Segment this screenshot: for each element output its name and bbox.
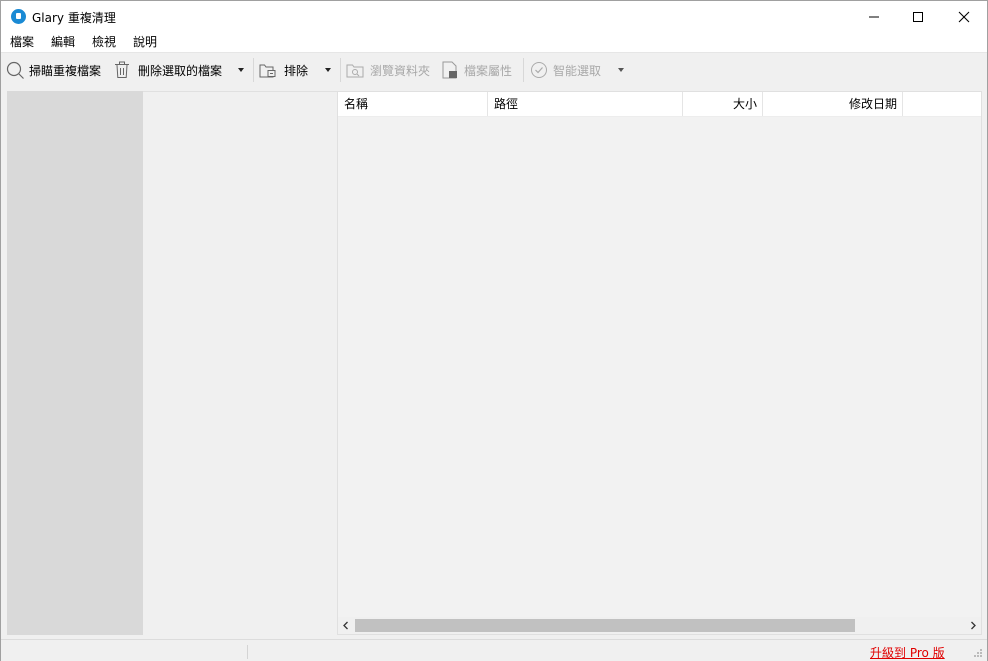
search-icon [6, 61, 24, 79]
toolbar-separator [523, 58, 524, 82]
column-header-path[interactable]: 路徑 [488, 92, 683, 116]
folder-exclude-icon [259, 64, 276, 77]
menu-edit[interactable]: 編輯 [42, 33, 83, 52]
chevron-left-icon [343, 621, 348, 630]
scroll-thumb[interactable] [355, 619, 855, 632]
exclude-dropdown-arrow-icon[interactable] [325, 68, 331, 72]
column-header-size[interactable]: 大小 [683, 92, 763, 116]
minimize-icon [869, 16, 879, 18]
file-properties-icon [442, 61, 457, 79]
duplicate-groups-pane[interactable] [143, 91, 337, 635]
menu-view[interactable]: 檢視 [83, 33, 124, 52]
delete-selected-label: 刪除選取的檔案 [138, 63, 223, 78]
app-logo-icon [11, 9, 26, 24]
toolbar-separator [253, 58, 254, 82]
file-properties-button[interactable]: 檔案屬性 [441, 53, 512, 87]
maximize-icon [913, 12, 923, 22]
exclude-button[interactable]: 排除 [259, 53, 308, 87]
delete-dropdown-arrow-icon[interactable] [238, 68, 244, 72]
check-circle-icon [531, 62, 547, 78]
folder-search-icon [346, 64, 364, 77]
trash-icon [115, 61, 129, 78]
horizontal-scrollbar[interactable] [338, 617, 981, 634]
maximize-button[interactable] [895, 1, 941, 33]
scroll-right-button[interactable] [965, 617, 981, 634]
browse-folder-label: 瀏覽資料夾 [370, 63, 431, 78]
smart-select-dropdown-arrow-icon[interactable] [618, 68, 624, 72]
close-icon [958, 11, 970, 23]
app-window: Glary 重複清理 檔案 編輯 檢視 說明 掃瞄重複檔案 刪除選取的檔案 排除… [0, 0, 988, 661]
column-header-name[interactable]: 名稱 [338, 92, 488, 116]
upgrade-pro-link[interactable]: 升級到 Pro 版 [870, 644, 945, 661]
delete-selected-button[interactable]: 刪除選取的檔案 [114, 53, 222, 87]
scan-duplicates-label: 掃瞄重複檔案 [29, 63, 102, 78]
smart-select-label: 智能選取 [553, 63, 602, 78]
minimize-button[interactable] [851, 1, 897, 33]
column-header-modified[interactable]: 修改日期 [763, 92, 903, 116]
title-bar: Glary 重複清理 [1, 1, 987, 33]
scroll-left-button[interactable] [338, 617, 354, 634]
smart-select-button[interactable]: 智能選取 [530, 53, 601, 87]
window-title: Glary 重複清理 [32, 11, 116, 25]
file-properties-label: 檔案屬性 [464, 63, 513, 78]
status-separator [247, 645, 248, 659]
menu-help[interactable]: 說明 [124, 33, 165, 52]
browse-folder-button[interactable]: 瀏覽資料夾 [346, 53, 430, 87]
exclude-label: 排除 [284, 63, 309, 78]
folder-tree-pane[interactable] [7, 91, 143, 635]
toolbar-separator [340, 58, 341, 82]
close-button[interactable] [941, 1, 987, 33]
menu-file[interactable]: 檔案 [1, 33, 42, 52]
resize-grip-icon[interactable] [973, 648, 983, 658]
toolbar: 掃瞄重複檔案 刪除選取的檔案 排除 瀏覽資料夾 檔案屬性 智能選取 [1, 52, 987, 88]
grid-header: 名稱 路徑 大小 修改日期 [338, 92, 981, 117]
menu-bar: 檔案 編輯 檢視 說明 [1, 33, 987, 52]
status-bar: 升級到 Pro 版 [1, 639, 987, 661]
results-grid[interactable]: 名稱 路徑 大小 修改日期 [337, 91, 982, 635]
column-header-filler [903, 92, 981, 116]
chevron-right-icon [971, 621, 976, 630]
scan-duplicates-button[interactable]: 掃瞄重複檔案 [6, 53, 101, 87]
